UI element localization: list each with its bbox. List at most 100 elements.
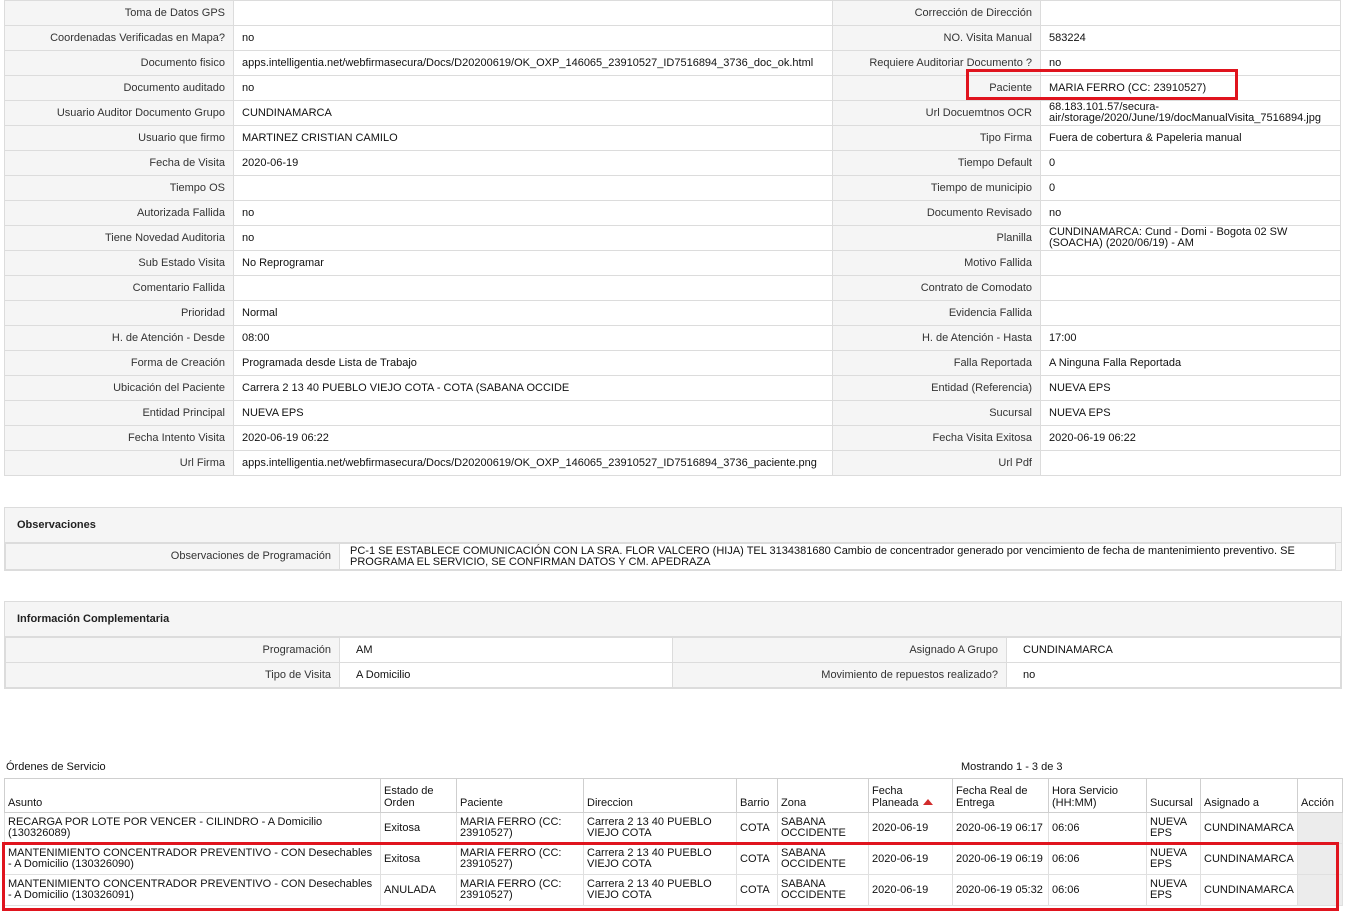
programacion-value: AM: [339, 637, 673, 663]
cell-barrio: COTA: [736, 843, 778, 875]
column-header-fecha-real-de-entrega[interactable]: Fecha Real de Entrega: [952, 778, 1049, 813]
column-header-hora-servicio-hh-mm[interactable]: Hora Servicio (HH:MM): [1048, 778, 1147, 813]
table-row[interactable]: MANTENIMIENTO CONCENTRADOR PREVENTIVO - …: [4, 874, 1343, 906]
info-complementaria-title: Información Complementaria: [5, 602, 1341, 637]
column-header-label: Fecha Planeada: [872, 785, 919, 809]
sucursal-label: Sucursal: [832, 400, 1041, 426]
usuario-que-firmo-label: Usuario que firmo: [4, 125, 234, 151]
column-header-asunto[interactable]: Asunto: [4, 778, 381, 813]
requiere-auditoriar-documento-label: Requiere Auditoriar Documento ?: [832, 50, 1041, 76]
usuario-auditor-documento-grupo-value: CUNDINAMARCA: [233, 100, 833, 126]
motivo-fallida-label: Motivo Fallida: [832, 250, 1041, 276]
cell-fecha-real-de-entrega: 2020-06-19 06:17: [952, 812, 1049, 844]
ordenes-count: Mostrando 1 - 3 de 3: [961, 761, 1063, 773]
asignado-a-grupo-label: Asignado A Grupo: [672, 637, 1007, 663]
column-header-estado-de-orden[interactable]: Estado de Orden: [380, 778, 457, 813]
sort-ascending-icon[interactable]: [922, 799, 933, 805]
cell-barrio: COTA: [736, 874, 778, 906]
tiempo-de-municipio-value: 0: [1040, 175, 1341, 201]
ordenes-table: Asunto Estado de Orden Paciente Direccion Ba…: [4, 778, 1343, 906]
cell-estado-de-orden: ANULADA: [380, 874, 457, 906]
cell-asunto: RECARGA POR LOTE POR VENCER - CILINDRO -…: [4, 812, 381, 844]
column-header-barrio[interactable]: Barrio: [736, 778, 778, 813]
column-header-direccion[interactable]: Direccion: [583, 778, 737, 813]
cell-asignado-a: CUNDINAMARCA: [1200, 874, 1298, 906]
detail-row: Documento fisico apps.intelligentia.net/w…: [4, 50, 1341, 76]
detail-row: Coordenadas Verificadas en Mapa? no NO. Vi…: [4, 25, 1341, 51]
cell-estado-de-orden: Exitosa: [380, 812, 457, 844]
observaciones-value: PC-1 SE ESTABLECE COMUNICACIÓN CON LA SR…: [339, 543, 1336, 570]
usuario-que-firmo-value: MARTINEZ CRISTIAN CAMILO: [233, 125, 833, 151]
entidad-principal-label: Entidad Principal: [4, 400, 234, 426]
column-header-accion[interactable]: Acción: [1297, 778, 1343, 813]
cell-direccion: Carrera 2 13 40 PUEBLO VIEJO COTA: [583, 874, 737, 906]
no-visita-manual-value: 583224: [1040, 25, 1341, 51]
correccion-de-direccion-value: [1040, 0, 1341, 26]
tiempo-default-value: 0: [1040, 150, 1341, 176]
column-header-label: Paciente: [460, 797, 503, 809]
column-header-label: Acción: [1301, 797, 1335, 809]
tipo-firma-value: Fuera de cobertura & Papeleria manual: [1040, 125, 1341, 151]
cell-accion[interactable]: [1297, 812, 1343, 844]
column-header-sucursal[interactable]: Sucursal: [1146, 778, 1201, 813]
cell-sucursal: NUEVA EPS: [1146, 874, 1201, 906]
cell-hora-servicio-hh-mm: 06:06: [1048, 874, 1147, 906]
cell-accion[interactable]: [1297, 874, 1343, 906]
info-complementaria-panel: Información Complementaria Programación A…: [4, 601, 1342, 689]
tipo-de-visita-value: A Domicilio: [339, 662, 673, 688]
correccion-de-direccion-label: Corrección de Dirección: [832, 0, 1041, 26]
tiene-novedad-auditoria-value: no: [233, 225, 833, 251]
cell-fecha-real-de-entrega: 2020-06-19 06:19: [952, 843, 1049, 875]
observaciones-table: Observaciones de Programación PC-1 SE ES…: [5, 543, 1336, 570]
h-de-atencion-hasta-value: 17:00: [1040, 325, 1341, 351]
autorizada-fallida-value: no: [233, 200, 833, 226]
cell-estado-de-orden: Exitosa: [380, 843, 457, 875]
requiere-auditoriar-documento-value: no: [1040, 50, 1341, 76]
evidencia-fallida-label: Evidencia Fallida: [832, 300, 1041, 326]
falla-reportada-label: Falla Reportada: [832, 350, 1041, 376]
h-de-atencion-desde-value: 08:00: [233, 325, 833, 351]
cell-accion[interactable]: [1297, 843, 1343, 875]
falla-reportada-value: A Ninguna Falla Reportada: [1040, 350, 1341, 376]
cell-sucursal: NUEVA EPS: [1146, 812, 1201, 844]
info-complementaria-table: Programación AM Asignado A Grupo CUNDINAMAR…: [5, 637, 1341, 688]
tiempo-de-municipio-label: Tiempo de municipio: [832, 175, 1041, 201]
observaciones-title: Observaciones: [5, 508, 1341, 543]
motivo-fallida-value: [1040, 250, 1341, 276]
detail-row: Entidad Principal NUEVA EPS Sucursal NUEV…: [4, 400, 1341, 426]
entidad-referencia-label: Entidad (Referencia): [832, 375, 1041, 401]
toma-de-datos-gps-value: [233, 0, 833, 26]
fecha-visita-exitosa-value: 2020-06-19 06:22: [1040, 425, 1341, 451]
usuario-auditor-documento-grupo-label: Usuario Auditor Documento Grupo: [4, 100, 234, 126]
column-header-asignado-a[interactable]: Asignado a: [1200, 778, 1298, 813]
table-row[interactable]: MANTENIMIENTO CONCENTRADOR PREVENTIVO - …: [4, 843, 1343, 875]
no-visita-manual-label: NO. Visita Manual: [832, 25, 1041, 51]
cell-hora-servicio-hh-mm: 06:06: [1048, 843, 1147, 875]
table-row[interactable]: RECARGA POR LOTE POR VENCER - CILINDRO -…: [4, 812, 1343, 844]
fecha-visita-exitosa-label: Fecha Visita Exitosa: [832, 425, 1041, 451]
sub-estado-visita-value: No Reprogramar: [233, 250, 833, 276]
sub-estado-visita-label: Sub Estado Visita: [4, 250, 234, 276]
url-firma-value[interactable]: apps.intelligentia.net/webfirmasecura/Do…: [233, 450, 833, 476]
column-header-paciente[interactable]: Paciente: [456, 778, 584, 813]
detail-row: Tiene Novedad Auditoria no Planilla CUNDINA…: [4, 225, 1341, 251]
documento-fisico-value[interactable]: apps.intelligentia.net/webfirmasecura/Do…: [233, 50, 833, 76]
detail-row: Sub Estado Visita No Reprogramar Motivo F…: [4, 250, 1341, 276]
column-header-label: Hora Servicio (HH:MM): [1052, 785, 1119, 809]
column-header-fecha-planeada[interactable]: Fecha Planeada: [868, 778, 953, 813]
documento-fisico-label: Documento fisico: [4, 50, 234, 76]
info-row: Programación AM Asignado A Grupo CUNDINAMAR…: [5, 637, 1341, 663]
column-header-zona[interactable]: Zona: [777, 778, 869, 813]
cell-asunto: MANTENIMIENTO CONCENTRADOR PREVENTIVO - …: [4, 874, 381, 906]
cell-paciente: MARIA FERRO (CC: 23910527): [456, 843, 584, 875]
comentario-fallida-label: Comentario Fallida: [4, 275, 234, 301]
detail-row: Tiempo OS Tiempo de municipio 0: [4, 175, 1341, 201]
movimiento-de-repuestos-realizado-label: Movimiento de repuestos realizado?: [672, 662, 1007, 688]
url-docuemtnos-ocr-label: Url Docuemtnos OCR: [832, 100, 1041, 126]
column-header-label: Direccion: [587, 797, 633, 809]
paciente-value: MARIA FERRO (CC: 23910527): [1040, 75, 1341, 101]
asignado-a-grupo-value: CUNDINAMARCA: [1006, 637, 1341, 663]
toma-de-datos-gps-label: Toma de Datos GPS: [4, 0, 234, 26]
column-header-label: Estado de Orden: [384, 785, 434, 809]
fecha-intento-visita-value: 2020-06-19 06:22: [233, 425, 833, 451]
